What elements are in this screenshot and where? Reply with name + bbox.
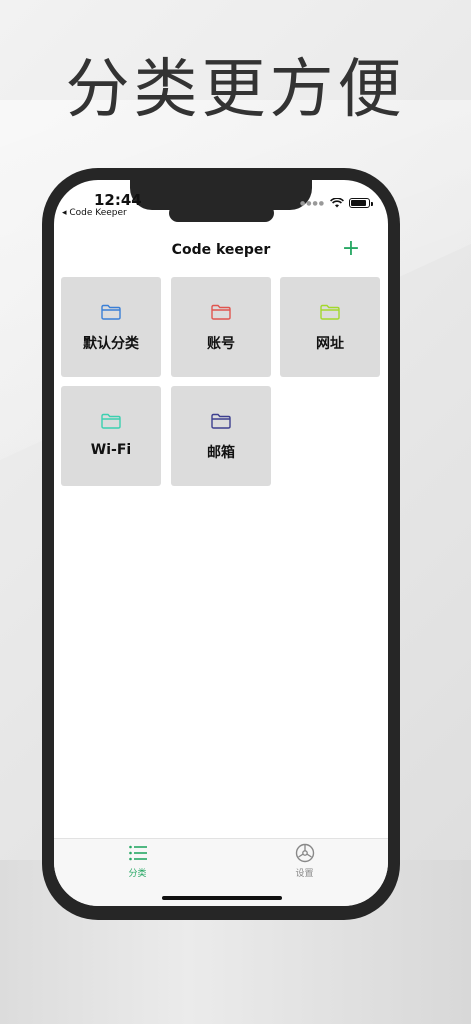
home-indicator xyxy=(162,896,282,900)
folder-icon xyxy=(211,413,231,429)
status-time: 12:44 xyxy=(94,191,142,209)
category-label: 账号 xyxy=(207,336,235,352)
list-icon xyxy=(129,845,147,861)
tab-label: 设置 xyxy=(295,869,314,879)
settings-icon xyxy=(295,843,315,863)
camera-housing xyxy=(169,204,274,222)
category-label: Wi-Fi xyxy=(90,442,132,458)
category-tile-email[interactable]: 邮箱 xyxy=(171,386,271,486)
category-label: 网址 xyxy=(316,336,344,352)
folder-icon xyxy=(101,304,121,320)
battery-icon xyxy=(349,198,373,208)
folder-icon xyxy=(211,304,231,320)
phone-screen: 12:44 ◂ Code Keeper ●●●● Code keeper + 默… xyxy=(54,180,388,906)
category-tile-default[interactable]: 默认分类 xyxy=(61,277,161,377)
tab-label: 分类 xyxy=(128,869,147,879)
category-tile-website[interactable]: 网址 xyxy=(280,277,380,377)
category-label: 邮箱 xyxy=(207,445,235,461)
wifi-icon xyxy=(330,198,344,208)
category-tile-account[interactable]: 账号 xyxy=(171,277,271,377)
category-tile-wifi[interactable]: Wi-Fi xyxy=(61,386,161,486)
back-to-app-link[interactable]: ◂ Code Keeper xyxy=(62,208,127,218)
promo-headline: 分类更方便 xyxy=(65,53,406,127)
add-category-button[interactable]: + xyxy=(340,238,362,260)
folder-icon xyxy=(320,304,340,320)
phone-frame: 12:44 ◂ Code Keeper ●●●● Code keeper + 默… xyxy=(42,168,400,920)
tab-settings[interactable]: 设置 xyxy=(221,839,388,889)
nav-title: Code keeper xyxy=(171,242,271,258)
status-icons: ●●●● xyxy=(300,198,373,208)
category-label: 默认分类 xyxy=(83,336,139,352)
tab-categories[interactable]: 分类 xyxy=(54,839,221,889)
signal-icon: ●●●● xyxy=(300,199,325,207)
folder-icon xyxy=(101,413,121,429)
